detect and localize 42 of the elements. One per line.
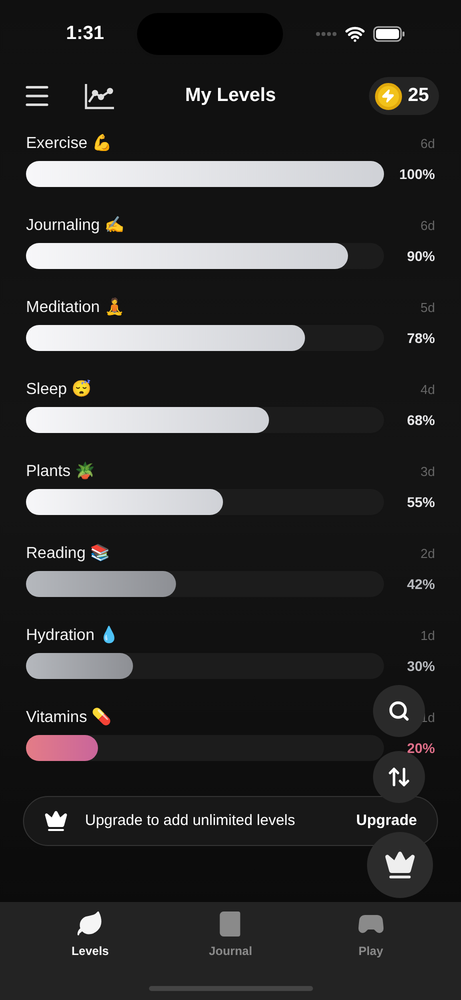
level-name: Vitamins 💊	[26, 706, 112, 728]
sort-arrows-icon	[387, 765, 411, 789]
lightning-coin-icon	[374, 82, 402, 110]
days-count: 6d	[420, 217, 435, 236]
level-percent: 55%	[406, 492, 435, 512]
days-count: 3d	[420, 463, 435, 482]
upgrade-banner[interactable]: Upgrade to add unlimited levels Upgrade	[23, 796, 438, 846]
level-name: Meditation 🧘	[26, 296, 124, 318]
level-name: Exercise 💪	[26, 133, 112, 154]
level-name: Sleep 😴	[26, 378, 92, 400]
search-icon	[388, 700, 410, 722]
level-name: Hydration 💧	[26, 624, 119, 646]
crown-icon	[384, 849, 416, 881]
level-percent: 78%	[406, 328, 435, 348]
level-percent: 20%	[406, 738, 435, 758]
level-percent: 42%	[406, 574, 435, 594]
wifi-icon	[345, 24, 365, 44]
upgrade-message: Upgrade to add unlimited levels	[85, 810, 296, 831]
level-percent: 30%	[406, 656, 435, 676]
signal-icon	[315, 31, 337, 37]
level-percent: 100%	[399, 164, 435, 184]
days-count: 5d	[420, 299, 435, 318]
days-count: 6d	[420, 135, 435, 154]
crown-icon	[44, 809, 68, 833]
level-name: Reading 📚	[26, 543, 110, 564]
upgrade-link[interactable]: Upgrade	[356, 810, 417, 832]
battery-icon	[373, 26, 405, 42]
level-percent: 90%	[406, 246, 435, 266]
days-count: 1d	[420, 627, 435, 646]
tab[interactable]: Levels	[40, 910, 140, 960]
level-name: Plants 🪴	[26, 460, 95, 482]
status-time: 1:31	[66, 22, 104, 46]
tab[interactable]: Journal	[180, 910, 280, 960]
coin-counter[interactable]: 25	[368, 77, 439, 115]
level-percent: 68%	[406, 410, 435, 430]
days-count: 2d	[420, 545, 435, 564]
level-name: Journaling ✍	[26, 215, 124, 236]
chart-icon[interactable]	[84, 82, 116, 110]
tab[interactable]: Play	[320, 910, 421, 960]
leaf-icon	[76, 910, 104, 938]
page-title: My Levels	[185, 84, 276, 108]
days-count: 4d	[420, 381, 435, 400]
